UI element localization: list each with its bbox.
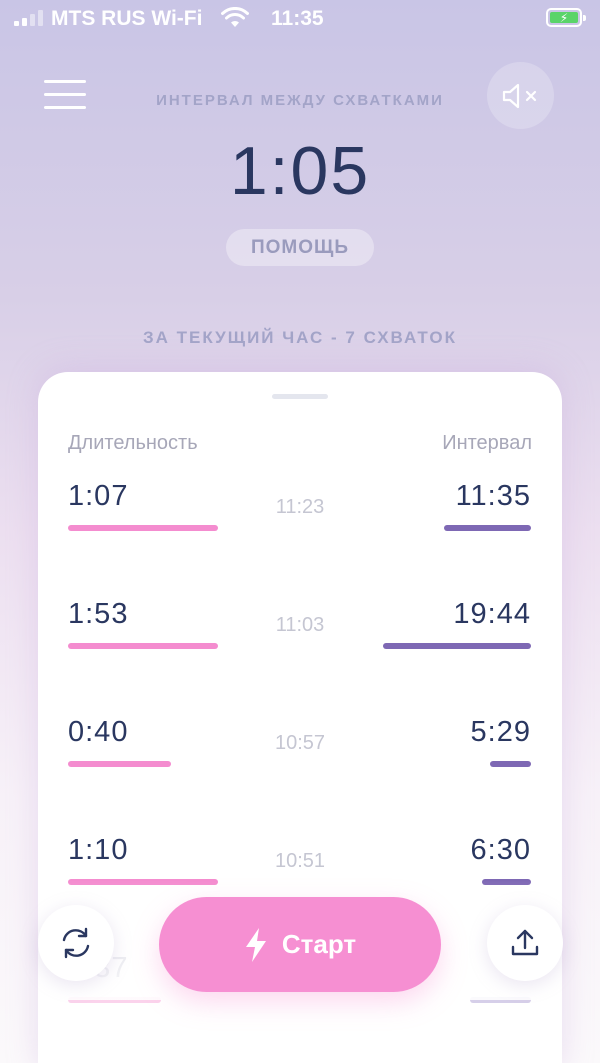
interval-bar [470,997,531,1003]
start-button[interactable]: Старт [159,897,441,992]
duration-bar [68,879,218,885]
hour-summary: ЗА ТЕКУЩИЙ ЧАС - 7 СХВАТОК [143,328,457,347]
table-row[interactable]: 1:07 11:23 11:35 [38,480,562,560]
interval-value: 6:30 [470,834,531,866]
cellular-signal-icon [14,10,43,26]
refresh-icon [62,927,90,959]
wifi-icon [221,6,249,35]
carrier-name: MTS RUS Wi-Fi [51,7,203,30]
table-row[interactable]: 1:53 11:03 19:44 [38,598,562,678]
duration-column-header: Длительность [68,432,198,454]
help-button[interactable]: ПОМОЩЬ [226,229,374,266]
interval-bar [490,761,531,767]
interval-value: 19:44 [453,598,531,630]
start-label: Старт [281,929,357,959]
interval-value: 5:29 [470,716,531,748]
interval-bar [383,643,531,649]
duration-bar [68,761,171,767]
duration-bar [68,643,218,649]
status-bar: MTS RUS Wi-Fi 11:35 ⚡ [0,0,600,40]
interval-bar [444,525,531,531]
share-upload-icon [511,929,539,956]
reset-button[interactable] [38,905,114,981]
battery-icon: ⚡ [546,8,586,27]
lightning-icon [245,927,266,962]
share-button[interactable] [487,905,563,981]
interval-bar [482,879,531,885]
interval-column-header: Интервал [442,432,532,454]
table-row[interactable]: 0:40 10:57 5:29 [38,716,562,796]
duration-bar [68,525,218,531]
speaker-muted-icon [502,83,536,108]
interval-value: 11:35 [455,480,531,512]
interval-timer: 1:05 [229,133,371,209]
clock: 11:35 [271,7,324,30]
drag-handle[interactable] [272,394,328,399]
duration-bar [68,997,161,1003]
mute-button[interactable] [487,62,554,129]
